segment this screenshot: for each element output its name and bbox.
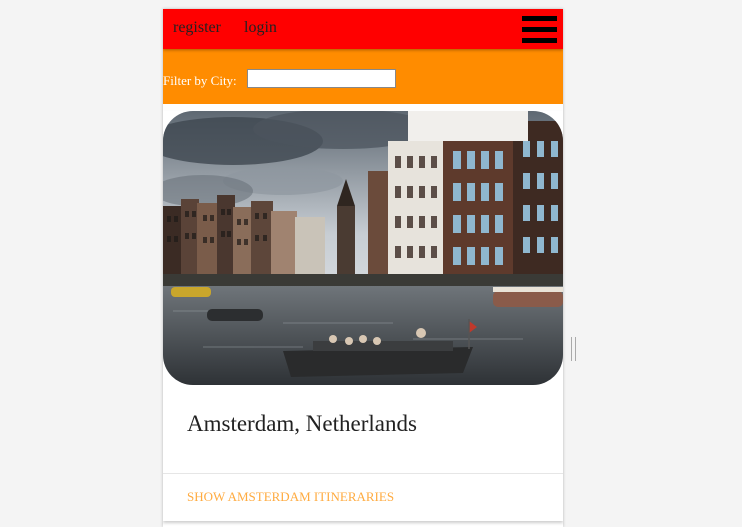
city-filter-input[interactable] [247,69,396,88]
hamburger-bar [522,16,557,21]
city-image [163,111,563,385]
city-title: Amsterdam, Netherlands [187,411,417,436]
hamburger-bar [522,38,557,43]
show-itineraries-link[interactable]: SHOW AMSTERDAM ITINERARIES [187,489,394,505]
hamburger-bar [522,27,557,32]
city-filter-bar: Filter by City: [163,49,563,104]
hamburger-menu-icon[interactable] [522,16,557,43]
amsterdam-canal-photo [163,111,563,385]
filter-label: Filter by City: [163,73,237,88]
login-link[interactable]: login [244,19,277,37]
app-frame: register login Filter by City: Amsterdam… [163,9,563,527]
city-card: Amsterdam, Netherlands SHOW AMSTERDAM IT… [163,111,563,521]
card-divider [163,473,563,474]
resize-handle[interactable] [571,337,576,361]
register-link[interactable]: register [173,19,221,37]
top-navbar: register login [163,9,563,49]
